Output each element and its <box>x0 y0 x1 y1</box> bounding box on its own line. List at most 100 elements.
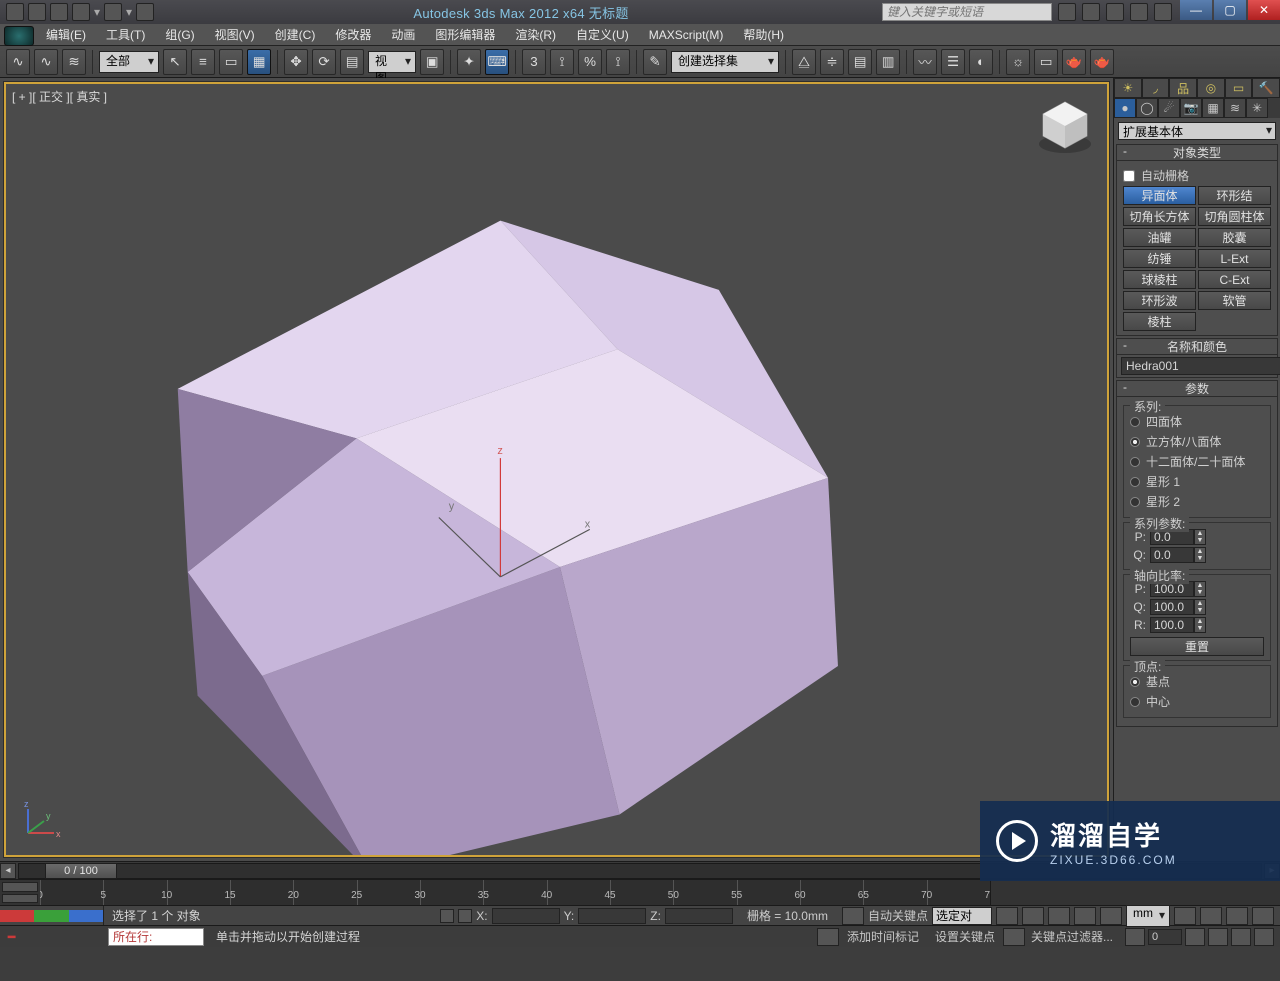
nav-zoomext-icon[interactable] <box>1254 928 1274 946</box>
scale-icon[interactable]: ▤ <box>340 49 364 75</box>
nav-pan-icon[interactable] <box>1174 907 1196 925</box>
window-close-button[interactable]: ✕ <box>1248 0 1280 20</box>
ref-coord-dropdown[interactable]: 视图 <box>368 51 416 73</box>
btn-gengon[interactable]: 球棱柱 <box>1123 270 1196 289</box>
radio-vert-center[interactable]: 中心 <box>1130 693 1264 710</box>
edit-named-sel-icon[interactable]: ✎ <box>643 49 667 75</box>
object-name-input[interactable] <box>1121 357 1280 375</box>
link-icon[interactable]: ∿ <box>6 49 30 75</box>
subtab-spacewarps[interactable]: ≋ <box>1224 98 1246 118</box>
nav-orbit-icon[interactable] <box>1185 928 1205 946</box>
nav-fov-icon[interactable] <box>1252 907 1274 925</box>
play-end-icon[interactable] <box>1100 907 1122 925</box>
radio-star1[interactable]: 星形 1 <box>1130 473 1264 490</box>
btn-cext[interactable]: C-Ext <box>1198 270 1271 289</box>
units-dropdown[interactable]: mm <box>1126 905 1170 927</box>
qat-new-icon[interactable] <box>6 3 24 21</box>
favorites-icon[interactable] <box>1130 3 1148 21</box>
help-icon[interactable] <box>1154 3 1172 21</box>
spinner-fp-q[interactable]: ▲▼ <box>1150 547 1206 563</box>
qat-undo-dd-icon[interactable]: ▾ <box>94 5 100 19</box>
select-object-icon[interactable]: ↖ <box>163 49 187 75</box>
viewport[interactable]: [ + ][ 正交 ][ 真实 ] z x y <box>3 81 1110 858</box>
infocenter-search-icon[interactable] <box>1058 3 1076 21</box>
btn-torusknot[interactable]: 环形结 <box>1198 186 1271 205</box>
keyboard-shortcut-icon[interactable]: ⌨ <box>485 49 509 75</box>
subtab-shapes[interactable]: ◯ <box>1136 98 1158 118</box>
angle-snap-icon[interactable]: ⟟ <box>550 49 574 75</box>
key-filters-icon[interactable] <box>1003 928 1025 946</box>
coord-z-input[interactable] <box>665 908 733 924</box>
unlink-icon[interactable]: ∿ <box>34 49 58 75</box>
menu-animation[interactable]: 动画 <box>381 24 425 46</box>
viewcube[interactable] <box>1035 96 1095 156</box>
play-next-icon[interactable] <box>1074 907 1096 925</box>
reset-button[interactable]: 重置 <box>1130 637 1264 656</box>
rotate-icon[interactable]: ⟳ <box>312 49 336 75</box>
schematic-view-icon[interactable]: ☰ <box>941 49 965 75</box>
nav-max-icon[interactable] <box>1231 928 1251 946</box>
radio-cubeocta[interactable]: 立方体/八面体 <box>1130 433 1264 450</box>
keymode-dropdown[interactable] <box>932 907 992 925</box>
btn-prism[interactable]: 棱柱 <box>1123 312 1196 331</box>
window-crossing-icon[interactable]: ▦ <box>247 49 271 75</box>
tab-display[interactable]: ▭ <box>1225 78 1253 98</box>
abs-rel-icon[interactable] <box>458 909 472 923</box>
btn-spindle[interactable]: 纺锤 <box>1123 249 1196 268</box>
trackbar-toggle-2-icon[interactable] <box>2 894 38 904</box>
btn-lext[interactable]: L-Ext <box>1198 249 1271 268</box>
menu-maxscript[interactable]: MAXScript(M) <box>639 24 734 46</box>
window-minimize-button[interactable]: — <box>1180 0 1212 20</box>
btn-hedra[interactable]: 异面体 <box>1123 186 1196 205</box>
rollout-parameters-header[interactable]: 参数 <box>1117 381 1277 397</box>
rollout-name-color-header[interactable]: 名称和颜色 <box>1117 339 1277 355</box>
auto-grid-checkbox[interactable]: 自动栅格 <box>1123 167 1271 184</box>
radio-vert-base[interactable]: 基点 <box>1130 673 1264 690</box>
add-time-tag[interactable]: 添加时间标记 <box>839 928 927 945</box>
spinner-snap-icon[interactable]: ⟟ <box>606 49 630 75</box>
time-slider-left-icon[interactable]: ◂ <box>0 863 16 879</box>
menu-help[interactable]: 帮助(H) <box>733 24 794 46</box>
nav-walk-icon[interactable] <box>1208 928 1228 946</box>
subscription-icon[interactable] <box>1082 3 1100 21</box>
timetag-icon[interactable] <box>817 928 839 946</box>
menu-edit[interactable]: 编辑(E) <box>36 24 96 46</box>
trackbar-ruler[interactable]: 051015202530354045505560657075 <box>40 880 990 905</box>
btn-ringwave[interactable]: 环形波 <box>1123 291 1196 310</box>
trackbar-toggle-1-icon[interactable] <box>2 882 38 892</box>
render-iter-icon[interactable]: 🫖 <box>1090 49 1114 75</box>
tab-create[interactable]: ☀ <box>1114 78 1142 98</box>
menu-modifiers[interactable]: 修改器 <box>325 24 381 46</box>
qat-redo-icon[interactable] <box>104 3 122 21</box>
manipulate-icon[interactable]: ✦ <box>457 49 481 75</box>
qat-link-icon[interactable] <box>136 3 154 21</box>
menu-group[interactable]: 组(G) <box>155 24 204 46</box>
radio-star2[interactable]: 星形 2 <box>1130 493 1264 510</box>
rendered-frame-icon[interactable]: ▭ <box>1034 49 1058 75</box>
mirror-icon[interactable]: ⧋ <box>792 49 816 75</box>
btn-oiltank[interactable]: 油罐 <box>1123 228 1196 247</box>
subtab-helpers[interactable]: ▦ <box>1202 98 1224 118</box>
help-search-input[interactable] <box>882 3 1052 21</box>
qat-redo-dd-icon[interactable]: ▾ <box>126 5 132 19</box>
menu-create[interactable]: 创建(C) <box>265 24 326 46</box>
material-editor-icon[interactable]: ◐ <box>969 49 993 75</box>
time-slider-thumb[interactable]: 0 / 100 <box>45 863 117 879</box>
qat-open-icon[interactable] <box>28 3 46 21</box>
nav-zoom-all-icon[interactable] <box>1226 907 1248 925</box>
move-icon[interactable]: ✥ <box>284 49 308 75</box>
window-maximize-button[interactable]: ▢ <box>1214 0 1246 20</box>
spinner-ar-q[interactable]: ▲▼ <box>1150 599 1206 615</box>
app-logo-icon[interactable] <box>4 26 34 46</box>
select-by-name-icon[interactable]: ≡ <box>191 49 215 75</box>
tab-modify[interactable]: ◞ <box>1142 78 1170 98</box>
graphite-tools-icon[interactable]: ▥ <box>876 49 900 75</box>
play-prev-icon[interactable] <box>1022 907 1044 925</box>
tab-hierarchy[interactable]: 品 <box>1169 78 1197 98</box>
autokey-toggle-icon[interactable] <box>842 907 864 925</box>
btn-chamferbox[interactable]: 切角长方体 <box>1123 207 1196 226</box>
selection-filter-dropdown[interactable]: 全部 <box>99 51 159 73</box>
viewport-label[interactable]: [ + ][ 正交 ][ 真实 ] <box>12 88 107 105</box>
coord-x-input[interactable] <box>492 908 560 924</box>
menu-views[interactable]: 视图(V) <box>205 24 265 46</box>
